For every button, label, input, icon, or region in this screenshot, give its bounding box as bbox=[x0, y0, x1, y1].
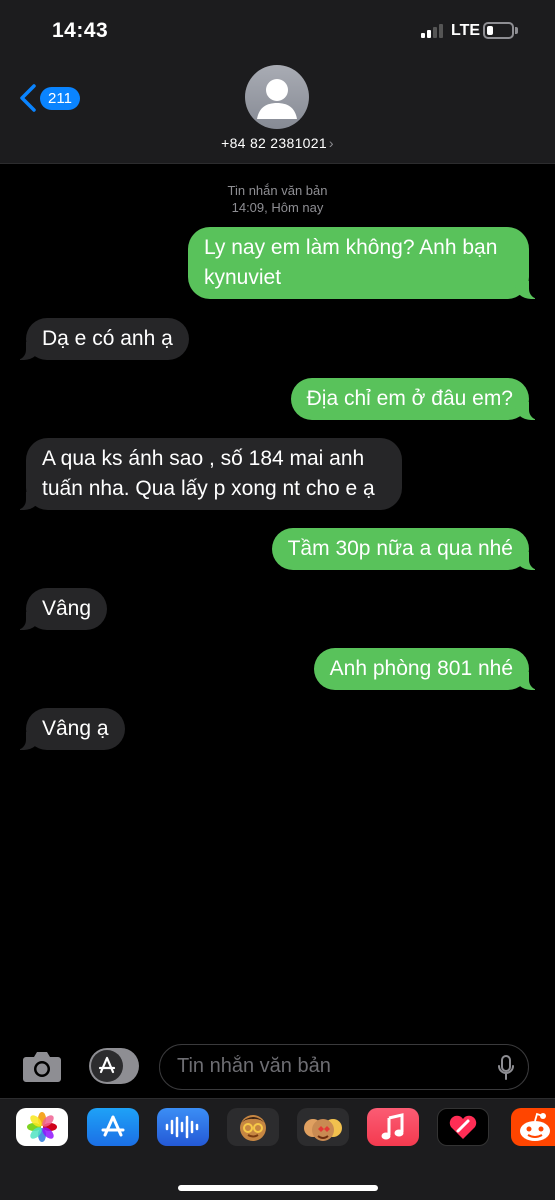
message-text: Ly nay em làm không? Anh bạn kynuviet bbox=[204, 236, 498, 289]
message-text: Vâng ạ bbox=[42, 717, 109, 740]
memoji-icon[interactable] bbox=[227, 1108, 279, 1146]
message-input[interactable] bbox=[177, 1045, 477, 1088]
message-thread[interactable]: Tin nhắn văn bản 14:09, Hôm nay Ly nay e… bbox=[0, 164, 555, 1034]
message-text: Địa chỉ em ở đâu em? bbox=[306, 387, 513, 410]
camera-icon bbox=[23, 1052, 61, 1082]
back-button[interactable]: 211 bbox=[18, 80, 82, 116]
audio-message-icon[interactable] bbox=[157, 1108, 209, 1146]
app-store-icon[interactable] bbox=[87, 1108, 139, 1146]
reddit-icon[interactable] bbox=[511, 1108, 555, 1146]
message-bubble-incoming[interactable]: Vâng bbox=[13, 588, 108, 630]
contact-phone: +84 82 2381021 bbox=[221, 135, 327, 151]
camera-button[interactable] bbox=[22, 1049, 62, 1083]
status-time: 14:43 bbox=[52, 19, 109, 42]
signal-icon bbox=[421, 24, 445, 38]
message-text: Vâng bbox=[42, 597, 92, 620]
composer-bar bbox=[0, 1040, 555, 1096]
photos-icon[interactable] bbox=[16, 1108, 68, 1146]
music-icon[interactable] bbox=[367, 1108, 419, 1146]
contact-avatar[interactable] bbox=[245, 65, 309, 129]
message-timestamp: 14:09, Hôm nay bbox=[231, 200, 324, 215]
memoji-stickers-icon[interactable] bbox=[297, 1108, 349, 1146]
unread-count-badge: 211 bbox=[40, 86, 80, 110]
message-bubble-outgoing[interactable]: Tầm 30p nữa a qua nhé bbox=[271, 528, 542, 570]
message-text: Anh phòng 801 nhé bbox=[329, 657, 513, 680]
message-bubble-outgoing[interactable]: Ly nay em làm không? Anh bạn kynuviet bbox=[188, 227, 541, 299]
app-store-icon bbox=[91, 1050, 123, 1082]
status-bar: 14:43 LTE bbox=[0, 0, 555, 58]
contact-name[interactable]: +84 82 2381021 › bbox=[0, 135, 555, 151]
digital-touch-icon[interactable] bbox=[437, 1108, 489, 1146]
message-bubble-incoming[interactable]: Vâng ạ bbox=[14, 708, 125, 750]
message-bubble-incoming[interactable]: Dạ e có anh ạ bbox=[14, 318, 189, 360]
message-text: Tầm 30p nữa a qua nhé bbox=[287, 537, 513, 560]
message-bubble-incoming[interactable]: A qua ks ánh sao , số 184 mai anh tuấn n… bbox=[14, 438, 402, 510]
message-bubble-outgoing[interactable]: Địa chỉ em ở đâu em? bbox=[290, 378, 542, 420]
battery-icon bbox=[483, 22, 514, 39]
person-icon bbox=[257, 79, 297, 119]
battery-tip bbox=[515, 27, 518, 34]
network-label: LTE bbox=[451, 22, 481, 39]
thread-meta: Tin nhắn văn bản 14:09, Hôm nay bbox=[0, 182, 555, 216]
message-bubble-outgoing[interactable]: Anh phòng 801 nhé bbox=[313, 648, 542, 690]
home-indicator[interactable] bbox=[178, 1185, 378, 1191]
message-text: A qua ks ánh sao , số 184 mai anh tuấn n… bbox=[42, 447, 375, 500]
microphone-icon[interactable] bbox=[497, 1055, 515, 1081]
app-store-toggle-button[interactable] bbox=[89, 1048, 139, 1084]
conversation-header: 211 +84 82 2381021 › bbox=[0, 58, 555, 164]
message-type-label: Tin nhắn văn bản bbox=[227, 183, 328, 198]
message-input-field[interactable] bbox=[159, 1044, 529, 1090]
chevron-left-icon bbox=[20, 84, 36, 112]
chevron-right-icon: › bbox=[328, 135, 334, 151]
message-text: Dạ e có anh ạ bbox=[42, 327, 173, 350]
